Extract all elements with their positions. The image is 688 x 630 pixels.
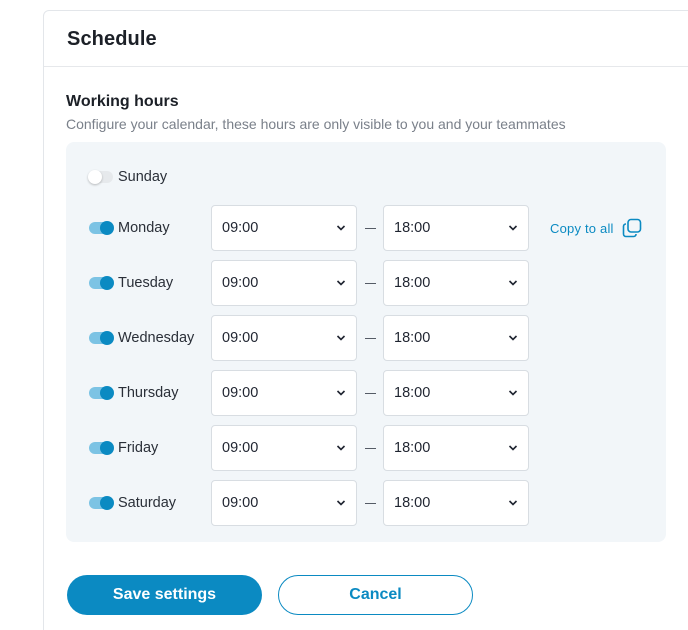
sunday-toggle[interactable] (88, 170, 113, 184)
toggle-knob (100, 496, 114, 510)
toggle-knob (100, 276, 114, 290)
thursday-end-select[interactable]: 18:00 (383, 370, 529, 416)
working-hours-panel: Sunday Monday 09:00 18:00 Copy to all Tu… (66, 142, 666, 542)
chevron-down-icon (336, 500, 346, 506)
start-time-value: 09:00 (222, 495, 259, 511)
toggle-knob (100, 221, 114, 235)
chevron-down-icon (336, 335, 346, 341)
monday-toggle[interactable] (89, 221, 114, 235)
start-time-value: 09:00 (222, 275, 259, 291)
chevron-down-icon (336, 445, 346, 451)
day-row-sunday: Sunday (66, 153, 666, 201)
day-row-friday: Friday 09:00 18:00 (66, 425, 666, 473)
wednesday-toggle[interactable] (89, 331, 114, 345)
end-time-value: 18:00 (394, 220, 431, 236)
tuesday-end-select[interactable]: 18:00 (383, 260, 529, 306)
end-time-value: 18:00 (394, 385, 431, 401)
start-time-value: 09:00 (222, 330, 259, 346)
toggle-knob (88, 170, 102, 184)
toggle-knob (100, 331, 114, 345)
chevron-down-icon (508, 390, 518, 396)
time-range-dash (365, 448, 376, 449)
time-range-dash (365, 283, 376, 284)
thursday-toggle[interactable] (89, 386, 114, 400)
day-row-saturday: Saturday 09:00 18:00 (66, 480, 666, 528)
chevron-down-icon (508, 280, 518, 286)
tuesday-toggle[interactable] (89, 276, 114, 290)
saturday-end-select[interactable]: 18:00 (383, 480, 529, 526)
day-label-sunday: Sunday (118, 169, 168, 185)
working-hours-title: Working hours (66, 93, 179, 110)
end-time-value: 18:00 (394, 440, 431, 456)
friday-toggle[interactable] (89, 441, 114, 455)
wednesday-start-select[interactable]: 09:00 (211, 315, 357, 361)
day-label-saturday: Saturday (118, 495, 177, 511)
friday-start-select[interactable]: 09:00 (211, 425, 357, 471)
start-time-value: 09:00 (222, 220, 259, 236)
day-label-wednesday: Wednesday (118, 330, 195, 346)
day-row-thursday: Thursday 09:00 18:00 (66, 370, 666, 418)
start-time-value: 09:00 (222, 440, 259, 456)
time-range-dash (365, 228, 376, 229)
day-label-friday: Friday (118, 440, 159, 456)
end-time-value: 18:00 (394, 495, 431, 511)
chevron-down-icon (336, 280, 346, 286)
cancel-button[interactable]: Cancel (278, 575, 473, 615)
copy-to-all-link[interactable]: Copy to all (550, 221, 614, 236)
save-settings-button[interactable]: Save settings (67, 575, 262, 615)
chevron-down-icon (508, 335, 518, 341)
monday-end-select[interactable]: 18:00 (383, 205, 529, 251)
tuesday-start-select[interactable]: 09:00 (211, 260, 357, 306)
toggle-knob (100, 441, 114, 455)
chevron-down-icon (508, 225, 518, 231)
time-range-dash (365, 338, 376, 339)
chevron-down-icon (336, 225, 346, 231)
day-label-monday: Monday (118, 220, 170, 236)
day-row-monday: Monday 09:00 18:00 Copy to all (66, 205, 666, 253)
thursday-start-select[interactable]: 09:00 (211, 370, 357, 416)
start-time-value: 09:00 (222, 385, 259, 401)
time-range-dash (365, 393, 376, 394)
day-row-tuesday: Tuesday 09:00 18:00 (66, 260, 666, 308)
saturday-start-select[interactable]: 09:00 (211, 480, 357, 526)
time-range-dash (365, 503, 376, 504)
friday-end-select[interactable]: 18:00 (383, 425, 529, 471)
wednesday-end-select[interactable]: 18:00 (383, 315, 529, 361)
day-row-wednesday: Wednesday 09:00 18:00 (66, 315, 666, 363)
chevron-down-icon (508, 500, 518, 506)
end-time-value: 18:00 (394, 275, 431, 291)
end-time-value: 18:00 (394, 330, 431, 346)
toggle-knob (100, 386, 114, 400)
monday-start-select[interactable]: 09:00 (211, 205, 357, 251)
day-label-tuesday: Tuesday (118, 275, 174, 291)
chevron-down-icon (336, 390, 346, 396)
working-hours-subtitle: Configure your calendar, these hours are… (66, 116, 566, 132)
card-header: Schedule (44, 11, 688, 67)
chevron-down-icon (508, 445, 518, 451)
page-title: Schedule (67, 28, 157, 50)
saturday-toggle[interactable] (89, 496, 114, 510)
copy-to-all-label: Copy to all (550, 221, 614, 236)
copy-icon[interactable] (622, 218, 642, 238)
day-label-thursday: Thursday (118, 385, 179, 401)
